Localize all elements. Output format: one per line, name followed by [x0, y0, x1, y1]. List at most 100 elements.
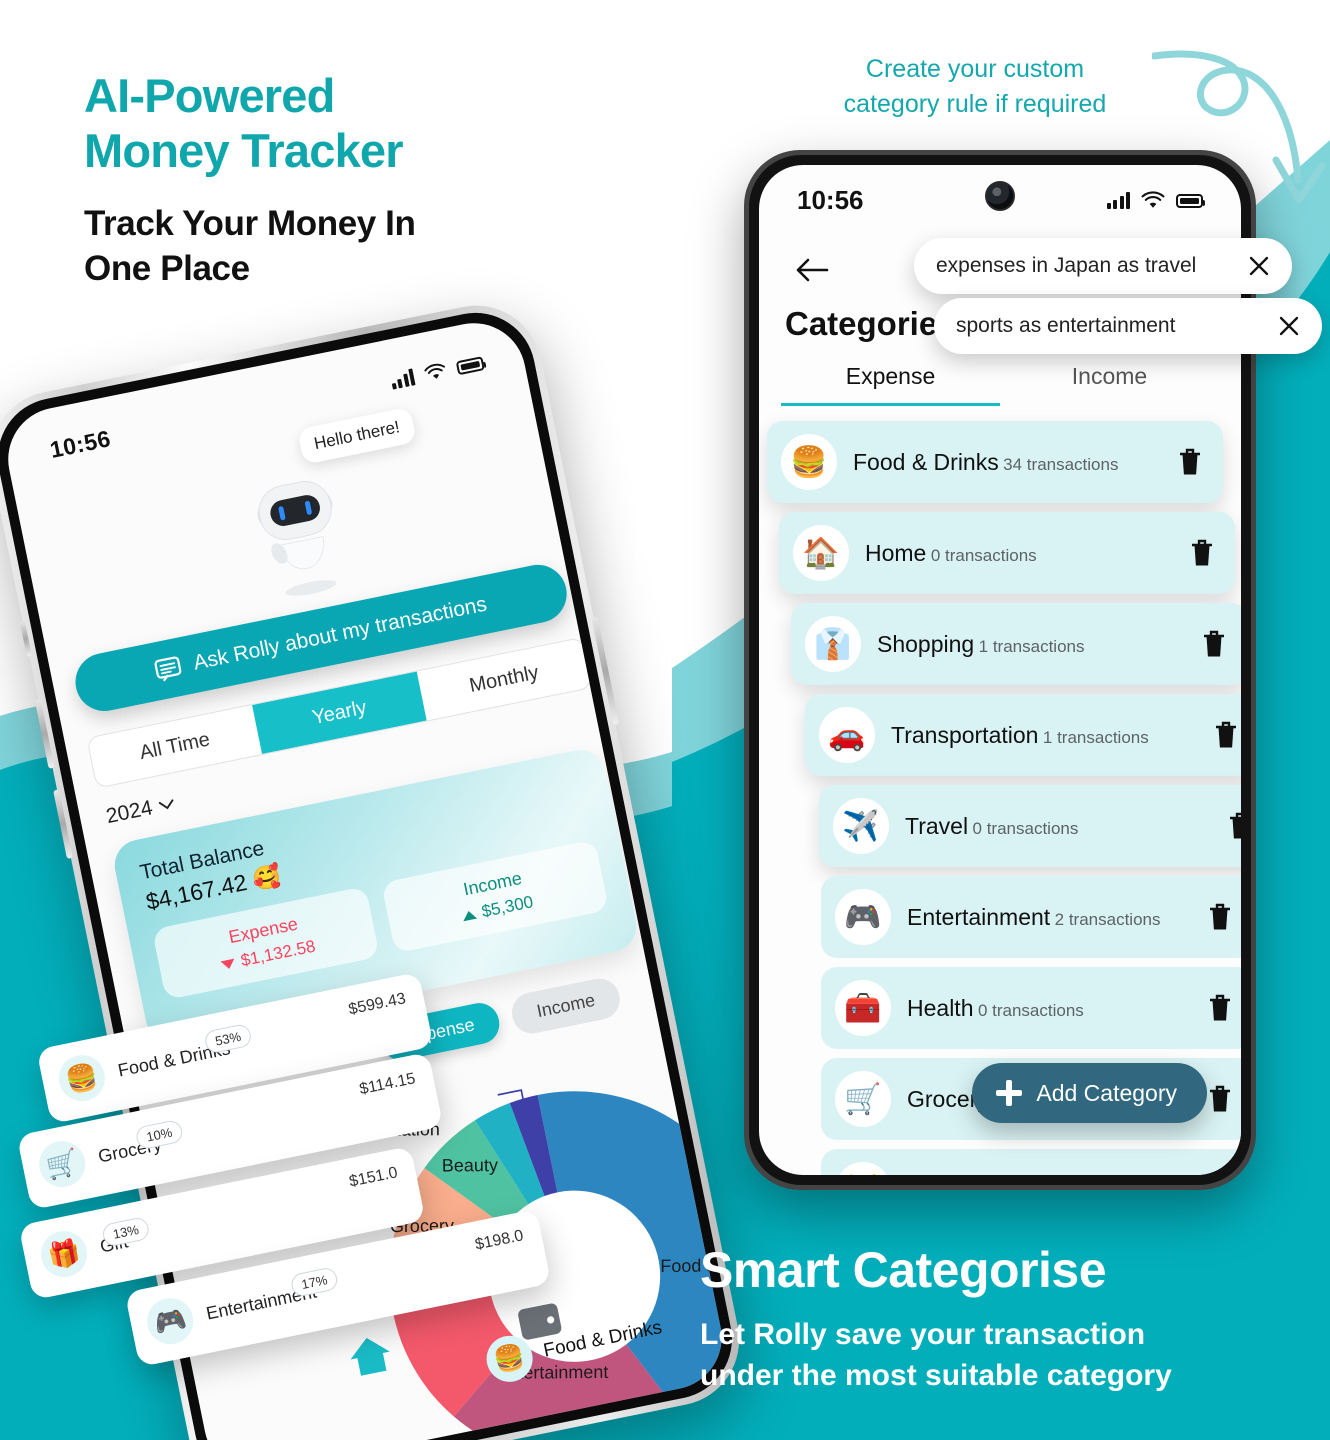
- card-amount: $151.0: [347, 1163, 400, 1191]
- wallet-icon[interactable]: [514, 1298, 565, 1344]
- card-amount: $198.0: [473, 1226, 525, 1254]
- category-transaction-count: 1 transactions: [978, 636, 1085, 656]
- plus-icon: [996, 1080, 1023, 1106]
- close-icon[interactable]: [1278, 315, 1300, 337]
- category-row[interactable]: 👔 Shopping 1 transactions: [791, 603, 1241, 685]
- category-transaction-count: 0 transactions: [977, 1000, 1084, 1020]
- progress-percent-badge: 17%: [289, 1265, 340, 1298]
- delete-icon[interactable]: [1213, 720, 1239, 750]
- category-name: Entertainment: [907, 903, 1051, 930]
- left-promo-panel: AI-Powered Money Tracker Track Your Mone…: [0, 0, 751, 1440]
- grocery-emoji-icon: 🛒: [835, 1071, 891, 1127]
- headline-block: AI-Powered Money Tracker Track Your Mone…: [84, 68, 604, 292]
- entertainment-emoji-icon: 🎮: [143, 1293, 198, 1349]
- back-button[interactable]: [785, 243, 839, 297]
- callout-line-2: category rule if required: [843, 90, 1107, 118]
- left-status-bar: 10:56: [48, 349, 487, 464]
- segment-monthly[interactable]: Monthly: [417, 638, 592, 720]
- year-value: 2024: [104, 796, 155, 829]
- category-row[interactable]: 🚗 Transportation 1 transactions: [805, 694, 1241, 776]
- category-name: Health: [907, 994, 974, 1021]
- progress-percent-badge: 53%: [203, 1022, 253, 1055]
- add-category-button[interactable]: Add Category: [972, 1063, 1207, 1123]
- progress-percent-badge: 10%: [134, 1118, 185, 1151]
- right-promo-panel: Create your custom category rule if requ…: [672, 0, 1330, 1440]
- category-transaction-count: 34 transactions: [1003, 454, 1119, 474]
- income-chip-value: $5,300: [480, 892, 535, 922]
- footer-line-1: Let Rolly save your transaction: [700, 1318, 1146, 1351]
- subhead-line-2: One Place: [84, 249, 250, 289]
- shopping-emoji-icon: 👔: [805, 616, 861, 672]
- grocery-emoji-icon: 🛒: [35, 1136, 90, 1192]
- page-title: Categories: [785, 305, 956, 342]
- ask-rolly-label: Ask Rolly about my transactions: [191, 592, 489, 675]
- category-row[interactable]: 🏠 Home 0 transactions: [779, 512, 1235, 594]
- tab-income[interactable]: Income: [1000, 363, 1219, 406]
- robot-greeting-bubble: Hello there!: [297, 406, 417, 465]
- progress-percent-badge: 13%: [100, 1215, 151, 1248]
- callout-line-1: Create your custom: [865, 55, 1085, 83]
- category-row[interactable]: ✈️ Travel 0 transactions: [819, 785, 1241, 867]
- balance-emoji: 🥰: [250, 861, 284, 894]
- category-row[interactable]: 🎮 Entertainment 2 transactions: [821, 876, 1241, 958]
- status-time: 10:56: [47, 425, 113, 463]
- robot-mascot-icon: [257, 481, 337, 596]
- entertainment-emoji-icon: 🎮: [835, 889, 891, 945]
- delete-icon[interactable]: [1201, 629, 1227, 659]
- category-name: Home: [865, 539, 927, 566]
- category-row[interactable]: 🍔 Food & Drinks 34 transactions: [767, 421, 1223, 503]
- category-transaction-count: 0 transactions: [972, 818, 1079, 838]
- category-list[interactable]: 🍔 Food & Drinks 34 transactions 🏠 Home 0…: [759, 421, 1241, 1175]
- wifi-icon: [424, 363, 445, 379]
- home-icon[interactable]: [343, 1330, 396, 1380]
- close-icon[interactable]: [1248, 255, 1270, 277]
- callout-text: Create your custom category rule if requ…: [820, 52, 1130, 122]
- arrow-up-icon: [461, 909, 478, 921]
- health-emoji-icon: 🧰: [835, 980, 891, 1036]
- cellular-signal-icon: [1106, 192, 1130, 209]
- cellular-signal-icon: [389, 368, 416, 390]
- category-name: Transportation: [891, 721, 1039, 748]
- delete-icon[interactable]: [1207, 1084, 1233, 1114]
- tab-expense[interactable]: Expense: [781, 363, 1000, 406]
- category-name: Travel: [905, 812, 969, 839]
- status-time: 10:56: [797, 185, 864, 215]
- footer-line-2: under the most suitable category: [700, 1358, 1172, 1392]
- search-field-entertainment-rule[interactable]: sports as entertainment: [934, 298, 1322, 354]
- delete-icon[interactable]: [1207, 902, 1233, 932]
- search-value: expenses in Japan as travel: [936, 254, 1197, 277]
- category-transaction-count: 0 transactions: [930, 545, 1037, 565]
- search-field-travel-rule[interactable]: expenses in Japan as travel: [914, 238, 1292, 294]
- category-type-tabs[interactable]: Expense Income: [781, 363, 1219, 406]
- card-amount: $114.15: [357, 1069, 417, 1098]
- chat-icon: [154, 656, 182, 682]
- headline-line-1: AI-Powered: [84, 69, 335, 122]
- category-row[interactable]: 🧰 Health 0 transactions: [821, 967, 1241, 1049]
- home-emoji-icon: 🏠: [793, 525, 849, 581]
- footer-heading: Smart Categorise: [700, 1242, 1107, 1298]
- category-row[interactable]: 🐱 Pet: [821, 1149, 1241, 1175]
- food-drinks-emoji-icon: 🍔: [54, 1050, 110, 1106]
- pill-income[interactable]: Income: [508, 975, 624, 1037]
- year-selector[interactable]: 2024: [104, 792, 176, 829]
- delete-icon[interactable]: [1177, 447, 1203, 477]
- delete-icon[interactable]: [1189, 538, 1215, 568]
- segment-all-time[interactable]: All Time: [87, 705, 262, 787]
- food-drinks-emoji-icon: 🍔: [781, 434, 837, 490]
- slice-label-beauty: Beauty: [442, 1155, 498, 1175]
- search-value: sports as entertainment: [956, 314, 1176, 337]
- footer-text-block: Smart Categorise Let Rolly save your tra…: [672, 1241, 1330, 1396]
- segment-yearly[interactable]: Yearly: [252, 671, 427, 755]
- add-category-label: Add Category: [1036, 1079, 1177, 1106]
- arrow-left-icon: [796, 258, 829, 282]
- category-transaction-count: 2 transactions: [1054, 909, 1161, 929]
- delete-icon[interactable]: [1227, 811, 1241, 841]
- battery-icon: [1176, 193, 1205, 208]
- delete-icon[interactable]: [1207, 993, 1233, 1023]
- transportation-emoji-icon: 🚗: [819, 707, 875, 763]
- battery-icon: [455, 355, 485, 375]
- category-name: Shopping: [877, 630, 975, 657]
- chevron-down-icon: [158, 799, 174, 810]
- arrow-down-icon: [220, 958, 237, 970]
- category-transaction-count: 1 transactions: [1042, 727, 1149, 747]
